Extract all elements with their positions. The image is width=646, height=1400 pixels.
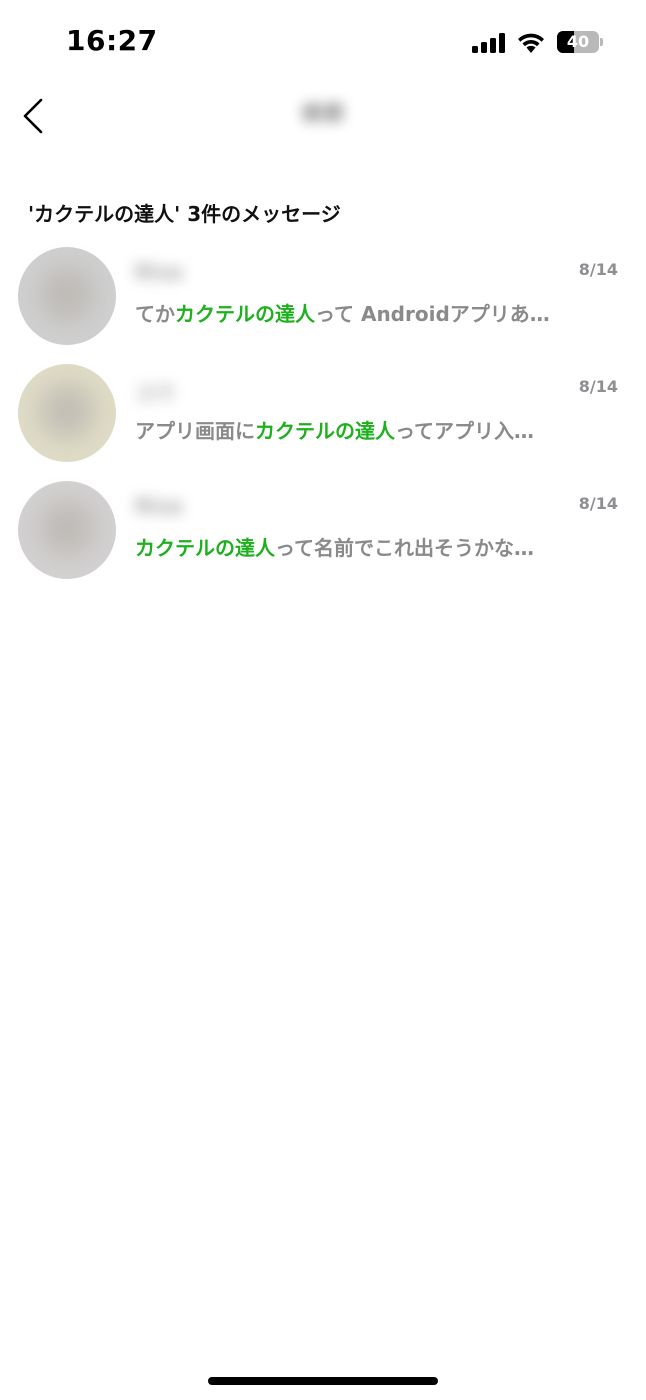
message-snippet: アプリ画面にカクテルの達人ってアプリ入…	[135, 415, 555, 444]
search-result-item[interactable]: Risa 8/14 てかカクテルの達人って Androidアプリあ…	[0, 246, 646, 363]
battery-icon: 40	[557, 31, 603, 53]
wifi-icon	[518, 33, 544, 53]
battery-body: 40	[557, 31, 599, 53]
search-results-count: 'カクテルの達人' 3件のメッセージ	[28, 202, 341, 226]
search-result-list: Risa 8/14 てかカクテルの達人って Androidアプリあ… ユウ 8/…	[0, 246, 646, 597]
avatar-image	[40, 501, 94, 555]
status-bar: 16:27 40	[0, 0, 646, 86]
search-term-highlight: カクテルの達人	[255, 419, 395, 443]
avatar-image	[40, 267, 94, 321]
message-snippet: てかカクテルの達人って Androidアプリあ…	[135, 298, 555, 327]
message-date: 8/14	[578, 260, 618, 279]
snippet-text: ってアプリ入…	[395, 419, 534, 443]
battery-cap	[600, 38, 603, 46]
battery-level: 40	[566, 32, 590, 51]
home-indicator[interactable]	[208, 1377, 438, 1385]
snippet-text: って Androidアプリあ…	[315, 302, 550, 326]
sender-name: Risa	[135, 494, 183, 518]
page-title: 検索	[300, 102, 345, 127]
snippet-text: てか	[135, 302, 175, 326]
search-term-highlight: カクテルの達人	[175, 302, 315, 326]
sender-name: ユウ	[135, 381, 175, 405]
avatar	[18, 481, 116, 579]
status-time: 16:27	[66, 24, 158, 57]
avatar	[18, 364, 116, 462]
search-result-item[interactable]: ユウ 8/14 アプリ画面にカクテルの達人ってアプリ入…	[0, 363, 646, 480]
avatar-image	[40, 384, 94, 438]
message-date: 8/14	[578, 377, 618, 396]
snippet-text: って名前でこれ出そうかな…	[275, 536, 534, 560]
back-button[interactable]	[16, 94, 50, 138]
search-result-item[interactable]: Risa 8/14 カクテルの達人って名前でこれ出そうかな…	[0, 480, 646, 597]
message-date: 8/14	[578, 494, 618, 513]
navigation-bar: 検索	[0, 86, 646, 146]
message-snippet: カクテルの達人って名前でこれ出そうかな…	[135, 532, 555, 561]
sender-name: Risa	[135, 260, 183, 284]
search-term-highlight: カクテルの達人	[135, 536, 275, 560]
chevron-left-icon	[23, 98, 43, 134]
snippet-text: アプリ画面に	[135, 419, 255, 443]
avatar	[18, 247, 116, 345]
cellular-signal-icon	[472, 33, 505, 53]
